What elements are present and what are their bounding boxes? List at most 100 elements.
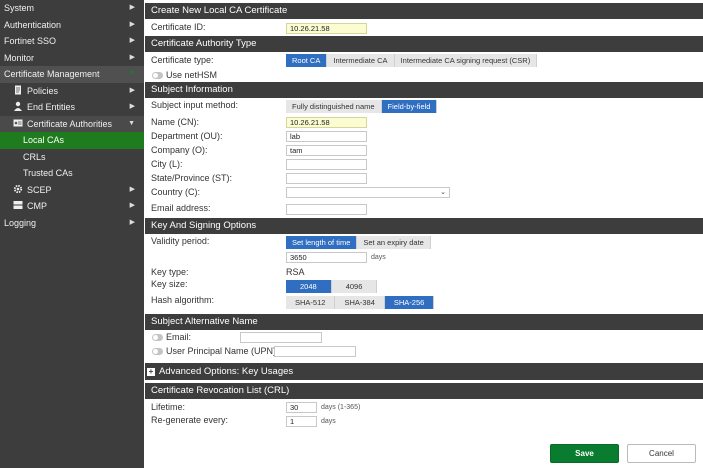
server-icon — [13, 199, 23, 209]
page-title: Create New Local CA Certificate — [145, 3, 703, 19]
certificate-icon — [13, 117, 23, 127]
state-input[interactable] — [286, 173, 367, 184]
hash-selector: SHA-512 SHA-384 SHA-256 — [286, 296, 435, 309]
chevron-down-icon: ▼ — [128, 70, 135, 77]
cert-type-intermediate-csr[interactable]: Intermediate CA signing request (CSR) — [394, 54, 538, 67]
dept-input[interactable]: lab — [286, 131, 367, 142]
gear-icon — [13, 183, 23, 193]
nethsm-label: Use netHSM — [166, 70, 218, 80]
section-advanced[interactable]: + Advanced Options: Key Usages — [145, 363, 703, 380]
key-size-4096[interactable]: 4096 — [331, 280, 378, 293]
hash-sha256[interactable]: SHA-256 — [384, 296, 435, 309]
cert-id-row: Certificate ID: 10.26.21.58 — [145, 19, 703, 36]
san-email-input[interactable] — [240, 332, 322, 343]
lifetime-row: Lifetime: 30 days (1-365) — [145, 399, 703, 413]
cert-type-row: Certificate type: Root CA Intermediate C… — [145, 52, 703, 68]
dept-label: Department (OU): — [151, 131, 223, 141]
regen-input[interactable]: 1 — [286, 416, 317, 427]
san-email-row: Email: — [145, 330, 703, 344]
section-advanced-label: Advanced Options: Key Usages — [159, 366, 294, 377]
key-type-label: Key type: — [151, 267, 189, 277]
nethsm-toggle[interactable] — [152, 72, 163, 79]
section-ca-type: Certificate Authority Type — [145, 36, 703, 52]
cert-type-intermediate-ca[interactable]: Intermediate CA — [327, 54, 395, 67]
sidebar-item-label: End Entities — [27, 102, 76, 112]
sidebar-item-scep[interactable]: SCEP ▶ — [0, 182, 144, 199]
sidebar-item-trusted-cas[interactable]: Trusted CAs — [0, 165, 144, 182]
sidebar-item-policies[interactable]: Policies ▶ — [0, 83, 144, 100]
sidebar-item-label: Local CAs — [23, 135, 65, 145]
cert-type-label: Certificate type: — [151, 55, 214, 65]
san-upn-input[interactable] — [274, 346, 356, 357]
key-size-selector: 2048 4096 — [286, 280, 378, 293]
sidebar-item-label: Certificate Authorities — [27, 118, 113, 129]
san-upn-label: User Principal Name (UPN): — [166, 346, 279, 356]
sidebar-item-logging[interactable]: Logging ▶ — [0, 215, 144, 232]
name-input[interactable]: 10.26.21.58 — [286, 117, 367, 128]
validity-days-row: 3650 days — [145, 250, 703, 264]
section-san: Subject Alternative Name — [145, 314, 703, 330]
validity-expiry[interactable]: Set an expiry date — [357, 236, 431, 249]
hash-sha384[interactable]: SHA-384 — [335, 296, 385, 309]
email-input[interactable] — [286, 204, 367, 215]
key-size-row: Key size: 2048 4096 — [145, 278, 703, 294]
cert-id-input[interactable]: 10.26.21.58 — [286, 23, 367, 34]
dept-row: Department (OU): lab — [145, 128, 703, 142]
chevron-right-icon: ▶ — [129, 4, 135, 11]
sidebar-item-label: Monitor — [4, 52, 35, 63]
sidebar-item-monitor[interactable]: Monitor ▶ — [0, 50, 144, 67]
sidebar-item-cmp[interactable]: CMP ▶ — [0, 198, 144, 215]
lifetime-label: Lifetime: — [151, 402, 186, 412]
section-crl: Certificate Revocation List (CRL) — [145, 383, 703, 399]
sidebar-item-label: Fortinet SSO — [4, 36, 57, 46]
company-input[interactable]: tam — [286, 145, 367, 156]
cert-type-root-ca[interactable]: Root CA — [286, 54, 328, 67]
chevron-right-icon: ▶ — [129, 86, 135, 94]
key-type-row: Key type: RSA — [145, 264, 703, 278]
sidebar-item-crls[interactable]: CRLs — [0, 149, 144, 166]
sidebar-item-certificate-authorities[interactable]: Certificate Authorities ▼ — [0, 115, 144, 132]
sidebar-item-certificate-management[interactable]: Certificate Management ▼ — [0, 66, 144, 83]
san-upn-row: User Principal Name (UPN): — [145, 344, 703, 358]
sidebar-item-label: CRLs — [23, 151, 46, 162]
sidebar-item-end-entities[interactable]: End Entities ▶ — [0, 99, 144, 116]
hash-sha512[interactable]: SHA-512 — [286, 296, 336, 309]
state-label: State/Province (ST): — [151, 173, 233, 183]
sidebar-item-local-cas[interactable]: Local CAs — [0, 132, 144, 149]
key-size-label: Key size: — [151, 279, 188, 289]
chevron-right-icon: ▶ — [129, 53, 135, 61]
regen-row: Re-generate every: 1 days — [145, 413, 703, 427]
subject-method-field[interactable]: Field-by-field — [381, 100, 438, 113]
main-form: Create New Local CA Certificate Certific… — [145, 0, 703, 468]
cancel-button[interactable]: Cancel — [627, 444, 696, 463]
cert-type-selector: Root CA Intermediate CA Intermediate CA … — [286, 54, 538, 67]
validity-length[interactable]: Set length of time — [286, 236, 358, 249]
chevron-right-icon: ▶ — [129, 185, 135, 193]
validity-days-input[interactable]: 3650 — [286, 252, 367, 263]
subject-method-fdn[interactable]: Fully distinguished name — [286, 100, 382, 113]
sidebar-item-label: SCEP — [27, 184, 52, 195]
chevron-right-icon: ▶ — [129, 202, 135, 209]
nethsm-row: Use netHSM — [145, 68, 703, 82]
key-type-value: RSA — [286, 267, 305, 277]
save-button[interactable]: Save — [550, 444, 619, 463]
san-upn-toggle[interactable] — [152, 348, 163, 355]
sidebar-item-authentication[interactable]: Authentication ▶ — [0, 17, 144, 34]
san-email-toggle[interactable] — [152, 334, 163, 341]
country-select[interactable]: ⌄ — [286, 187, 450, 198]
key-size-2048[interactable]: 2048 — [286, 280, 332, 293]
city-input[interactable] — [286, 159, 367, 170]
sidebar-item-label: System — [4, 3, 35, 13]
state-row: State/Province (ST): — [145, 170, 703, 184]
sidebar-item-label: CMP — [27, 201, 47, 211]
sidebar-item-label: Authentication — [4, 19, 62, 30]
sidebar-item-label: Trusted CAs — [23, 168, 73, 178]
sidebar-item-label: Certificate Management — [4, 69, 100, 79]
chevron-down-icon: ▼ — [128, 119, 135, 127]
chevron-down-icon: ⌄ — [440, 189, 446, 196]
sidebar-item-system[interactable]: System ▶ — [0, 0, 144, 17]
validity-selector: Set length of time Set an expiry date — [286, 236, 431, 249]
regen-unit: days — [321, 418, 336, 425]
lifetime-input[interactable]: 30 — [286, 402, 317, 413]
sidebar-item-fortinet-sso[interactable]: Fortinet SSO ▶ — [0, 33, 144, 50]
